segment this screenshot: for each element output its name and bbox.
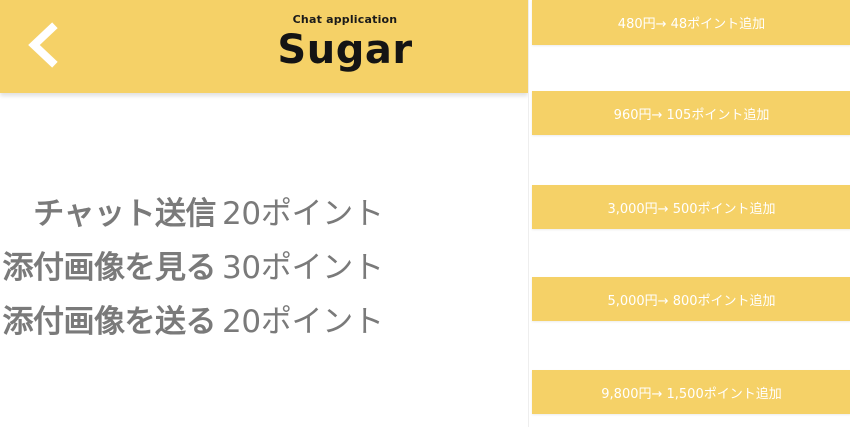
purchase-5000-button[interactable]: 5,000円→ 800ポイント追加 xyxy=(532,277,850,321)
app-header: Chat application Sugar xyxy=(0,0,528,93)
cost-label: 添付画像を送る xyxy=(2,303,217,340)
cost-row-view-image: 添付画像を見る 30ポイント xyxy=(0,237,528,291)
cost-row-chat-send: チャット送信 20ポイント xyxy=(0,183,528,237)
cost-row-send-image: 添付画像を送る 20ポイント xyxy=(0,291,528,345)
left-panel: Chat application Sugar チャット送信 20ポイント 添付画… xyxy=(0,0,528,427)
purchase-9800-button[interactable]: 9,800円→ 1,500ポイント追加 xyxy=(532,370,850,414)
cost-label: 添付画像を見る xyxy=(2,249,217,286)
cost-label: チャット送信 xyxy=(33,195,216,232)
cost-points: 20ポイント xyxy=(222,303,384,340)
purchase-480-button[interactable]: 480円→ 48ポイント追加 xyxy=(532,0,850,45)
purchase-panel: 480円→ 48ポイント追加 960円→ 105ポイント追加 3,000円→ 5… xyxy=(528,0,850,427)
point-cost-list: チャット送信 20ポイント 添付画像を見る 30ポイント 添付画像を送る 20ポ… xyxy=(0,183,528,345)
cost-points: 30ポイント xyxy=(222,249,384,286)
purchase-3000-button[interactable]: 3,000円→ 500ポイント追加 xyxy=(532,185,850,229)
purchase-960-button[interactable]: 960円→ 105ポイント追加 xyxy=(532,91,850,135)
cost-points: 20ポイント xyxy=(222,195,384,232)
